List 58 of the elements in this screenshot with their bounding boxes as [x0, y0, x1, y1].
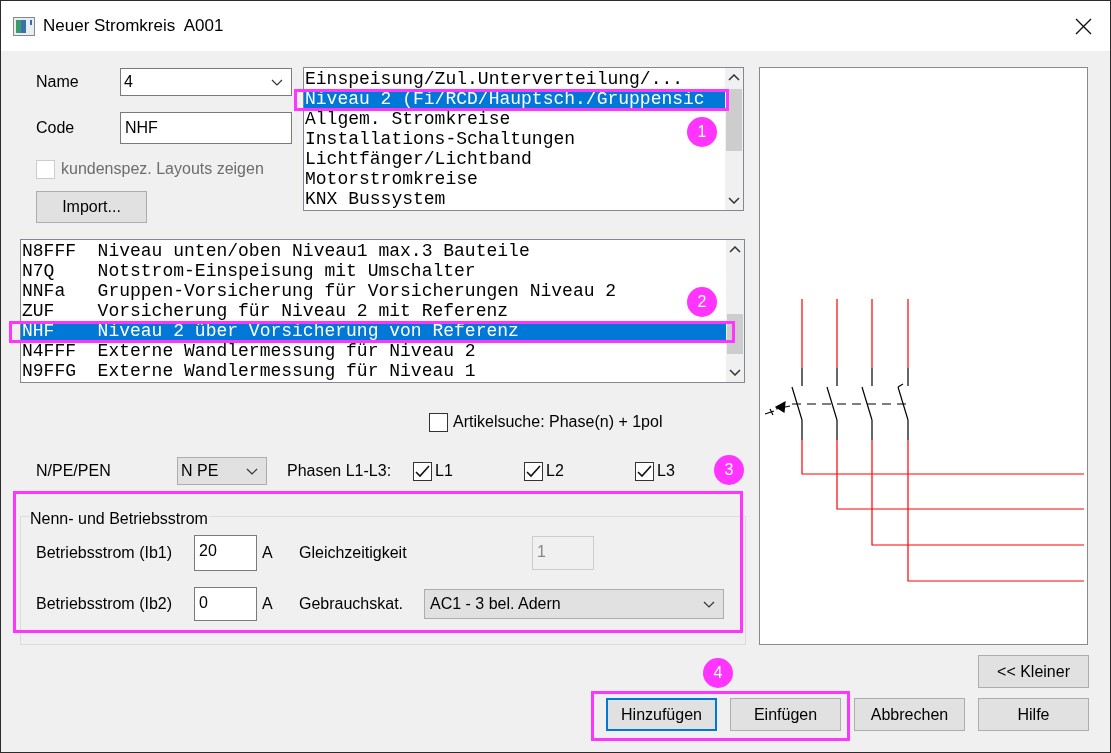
window-icon [13, 16, 35, 36]
npe-label: N/PE/PEN [35, 461, 112, 481]
scroll-thumb[interactable] [726, 89, 742, 151]
checkbox[interactable] [635, 461, 654, 481]
code-field[interactable]: NHF [120, 112, 292, 144]
dialog-button[interactable]: Abbrechen [854, 698, 965, 731]
close-icon[interactable] [1075, 17, 1092, 35]
phases-label: Phasen L1-L3: [287, 461, 393, 481]
category-list-item[interactable]: Allgem. Stromkreise [304, 111, 511, 127]
category-list-item[interactable]: Lichtfänger/Lichtband [304, 151, 532, 167]
current-field[interactable]: 20 [194, 535, 257, 571]
checkbox[interactable] [429, 412, 448, 432]
circuit-list-item[interactable]: N9FFG Externe Wandlermessung für Niveau 1 [21, 363, 476, 379]
name-label: Name [36, 72, 80, 92]
circuit-list-item[interactable]: NNFa Gruppen-Vorsicherung für Vorsicherungen Niveau 2 [21, 283, 617, 299]
import-button[interactable]: Import... [36, 191, 147, 223]
checkbox-label: kundenspez. Layouts zeigen [61, 159, 264, 179]
chevron-down-icon[interactable] [728, 197, 740, 204]
chevron-down-icon[interactable] [729, 369, 741, 376]
current-field[interactable]: 0 [194, 587, 257, 621]
checkbox[interactable] [524, 461, 543, 481]
checkbox-label: L2 [546, 461, 564, 481]
checkbox-label: L1 [435, 461, 453, 481]
simultaneity-label: Gleichzeitigkeit [299, 543, 408, 563]
checkbox[interactable] [413, 461, 432, 481]
chevron-down-icon [271, 78, 283, 86]
callout-number: 4 [703, 658, 733, 688]
usage-category-combo[interactable]: AC1 - 3 bel. Adern [424, 589, 724, 619]
unit-label: A [262, 544, 273, 561]
dialog-button[interactable]: Einfügen [730, 698, 841, 731]
circuit-list-item[interactable]: N7Q Notstrom-Einspeisung mit Umschalter [21, 263, 476, 279]
chevron-down-icon [246, 467, 258, 475]
npe-combo[interactable]: N PE [177, 457, 267, 485]
callout-number: 3 [714, 455, 744, 485]
category-list-item[interactable]: Installations-Schaltungen [304, 131, 576, 147]
name-combo[interactable]: 4 [120, 68, 292, 96]
chevron-down-icon [703, 600, 715, 608]
circuit-list-item[interactable]: N4FFF Externe Wandlermessung für Niveau 2 [21, 343, 476, 359]
checkbox-label: Artikelsuche: Phase(n) + 1pol [453, 412, 663, 432]
current-label: Betriebsstrom (Ib1) [36, 543, 174, 563]
chevron-up-icon[interactable] [728, 74, 740, 81]
usage-category-label: Gebrauchskat. [299, 594, 405, 614]
dialog-button[interactable]: Hinzufügen [606, 698, 717, 731]
window-title: Neuer Stromkreis A001 [43, 15, 224, 38]
unit-label: A [262, 595, 273, 612]
category-list-item[interactable]: Einspeisung/Zul.Unterverteilung/... [304, 71, 684, 87]
scrollbar[interactable] [726, 240, 744, 382]
scrollbar[interactable] [725, 68, 743, 210]
category-list-item[interactable]: Motorstromkreise [304, 171, 478, 187]
checkbox-label: L3 [657, 461, 675, 481]
category-list-item[interactable]: KNX Bussystem [304, 191, 446, 207]
current-label: Betriebsstrom (Ib2) [36, 594, 174, 614]
circuit-list-item[interactable]: N8FFF Niveau unten/oben Niveau1 max.3 Bauteile [21, 243, 530, 259]
code-label: Code [36, 118, 76, 138]
dialog-button[interactable]: Hilfe [978, 698, 1089, 731]
chevron-up-icon[interactable] [729, 246, 741, 253]
circuit-list-item[interactable]: ZUF Vorsicherung für Niveau 2 mit Referenz [21, 303, 509, 319]
dialog-button[interactable]: << Kleiner [978, 655, 1089, 688]
